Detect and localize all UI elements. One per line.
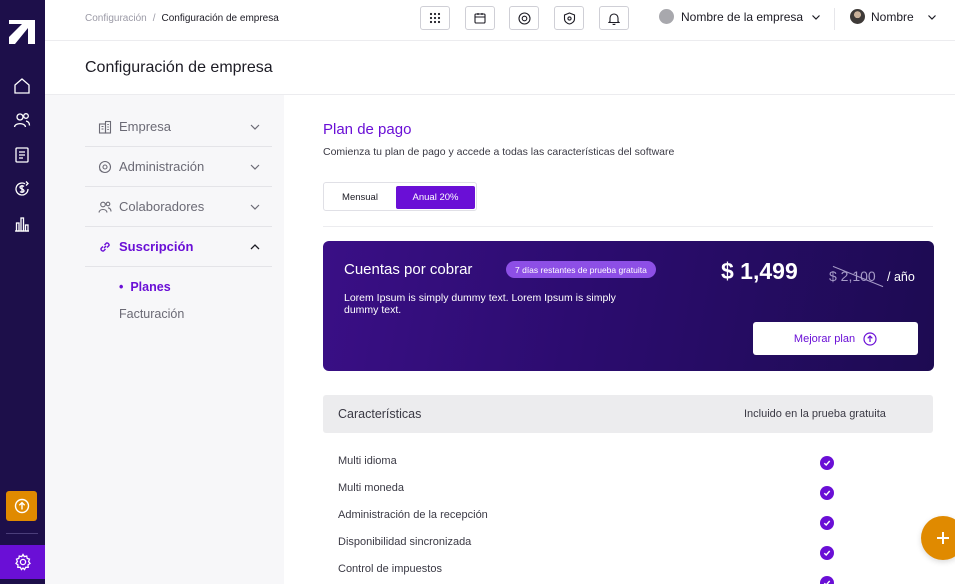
home-icon[interactable]: [11, 75, 33, 97]
plus-icon: [937, 532, 949, 544]
link-icon: [97, 239, 113, 255]
chevron-down-icon: [812, 14, 820, 20]
company-avatar: [659, 9, 674, 24]
section-divider: [323, 226, 933, 227]
settings-rail-button[interactable]: [0, 545, 45, 579]
rail-divider: [6, 533, 38, 534]
feature-row: Control de impuestos: [323, 563, 883, 584]
submenu-item-planes[interactable]: • Planes: [119, 280, 171, 294]
bell-icon: [608, 12, 620, 25]
upgrade-plan-label: Mejorar plan: [793, 332, 856, 345]
toggle-monthly[interactable]: Mensual: [327, 186, 393, 209]
breadcrumb-current: Configuración de empresa: [161, 13, 279, 24]
company-selector[interactable]: Nombre de la empresa: [659, 9, 822, 24]
arrow-up-circle-icon: [14, 498, 29, 514]
check-circle-icon: [820, 546, 834, 560]
main-content: Plan de pago Comienza tu plan de pago y …: [284, 95, 955, 584]
settings-item-label: Administración: [119, 159, 205, 174]
user-name: Nombre: [871, 9, 914, 24]
check-circle-icon: [820, 456, 834, 470]
feature-row: Multi idioma: [323, 455, 883, 475]
page-header: Configuración de empresa: [45, 41, 955, 95]
money-cycle-icon[interactable]: [11, 178, 33, 200]
plan-name: Cuentas por cobrar: [344, 261, 473, 278]
page-title: Configuración de empresa: [85, 59, 273, 76]
left-rail: [0, 0, 45, 584]
section-title: Plan de pago: [323, 121, 412, 138]
check-circle-icon: [820, 486, 834, 500]
breadcrumb-separator: /: [152, 13, 156, 24]
bullet: •: [119, 280, 124, 294]
settings-item-label: Colaboradores: [119, 199, 205, 214]
book-icon[interactable]: [11, 144, 33, 166]
settings-item-label: Suscripción: [119, 239, 194, 254]
chevron-down-icon: [250, 204, 260, 210]
plan-card: Cuentas por cobrar 7 días restantes de p…: [323, 241, 934, 371]
settings-item-empresa[interactable]: Empresa: [85, 107, 272, 147]
feature-name: Multi moneda: [338, 482, 405, 494]
chevron-down-icon: [927, 14, 936, 20]
feature-row: Administración de la recepción: [323, 509, 883, 530]
security-button[interactable]: [554, 6, 584, 30]
chevron-down-icon: [250, 124, 260, 130]
chevron-down-icon: [250, 164, 260, 170]
arrow-up-circle-icon: [863, 331, 877, 346]
gear-icon: [14, 553, 31, 571]
chevron-up-icon: [250, 243, 260, 249]
submenu-item-facturacion[interactable]: Facturación: [119, 307, 184, 321]
app-logo[interactable]: [9, 20, 35, 44]
users-icon: [97, 199, 113, 215]
apps-grid-button[interactable]: [420, 6, 450, 30]
feature-row: Disponibilidad sincronizada: [323, 536, 883, 560]
feature-name: Disponibilidad sincronizada: [338, 536, 472, 548]
submenu-label: Facturación: [119, 307, 185, 321]
user-menu[interactable]: Nombre: [850, 9, 938, 24]
topbar-divider: [834, 8, 835, 30]
check-circle-icon: [820, 516, 834, 530]
section-subtitle: Comienza tu plan de pago y accede a toda…: [323, 146, 675, 158]
calendar-icon: [474, 13, 486, 24]
feature-name: Multi idioma: [338, 455, 397, 467]
features-header-title: Características: [338, 407, 422, 421]
price-period: / año: [887, 270, 915, 284]
feature-name: Control de impuestos: [338, 563, 442, 575]
company-name: Nombre de la empresa: [681, 9, 804, 24]
upgrade-rail-button[interactable]: [6, 491, 37, 521]
settings-item-administracion[interactable]: Administración: [85, 147, 272, 187]
trial-badge: 7 días restantes de prueba gratuita: [506, 261, 656, 278]
feature-name: Administración de la recepción: [338, 509, 488, 521]
target-button[interactable]: [509, 6, 539, 30]
notifications-button[interactable]: [599, 6, 629, 30]
old-price: $ 2,100: [829, 268, 876, 284]
breadcrumb: Configuración / Configuración de empresa: [85, 13, 279, 24]
apps-grid-icon: [429, 12, 441, 24]
plan-description: Lorem Ipsum is simply dummy text. Lorem …: [344, 292, 616, 316]
users-icon[interactable]: [11, 109, 33, 131]
feature-row: Multi moneda: [323, 482, 883, 502]
settings-item-suscripcion[interactable]: Suscripción: [85, 227, 272, 267]
radio-target-icon: [517, 11, 531, 25]
settings-item-label: Empresa: [119, 119, 172, 134]
features-header-included: Incluido en la prueba gratuita: [744, 408, 886, 420]
admin-gear-icon: [97, 159, 113, 175]
calendar-button[interactable]: [465, 6, 495, 30]
features-header: Características Incluido en la prueba gr…: [323, 395, 933, 433]
plan-price: $ 1,499: [721, 258, 798, 284]
billing-period-toggle: Mensual Anual 20%: [323, 182, 477, 211]
submenu-label: Planes: [130, 280, 171, 294]
avatar: [850, 9, 865, 24]
shield-gear-icon: [563, 11, 575, 25]
check-circle-icon: [820, 576, 834, 584]
settings-sidebar: Empresa Administración Colaboradores Sus…: [45, 95, 284, 584]
upgrade-plan-button[interactable]: Mejorar plan: [753, 322, 918, 355]
bar-chart-icon[interactable]: [11, 213, 33, 235]
building-icon: [97, 119, 113, 135]
top-bar: Configuración / Configuración de empresa…: [45, 0, 955, 41]
breadcrumb-parent[interactable]: Configuración: [85, 13, 147, 24]
toggle-annual[interactable]: Anual 20%: [396, 186, 475, 209]
settings-item-colaboradores[interactable]: Colaboradores: [85, 187, 272, 227]
